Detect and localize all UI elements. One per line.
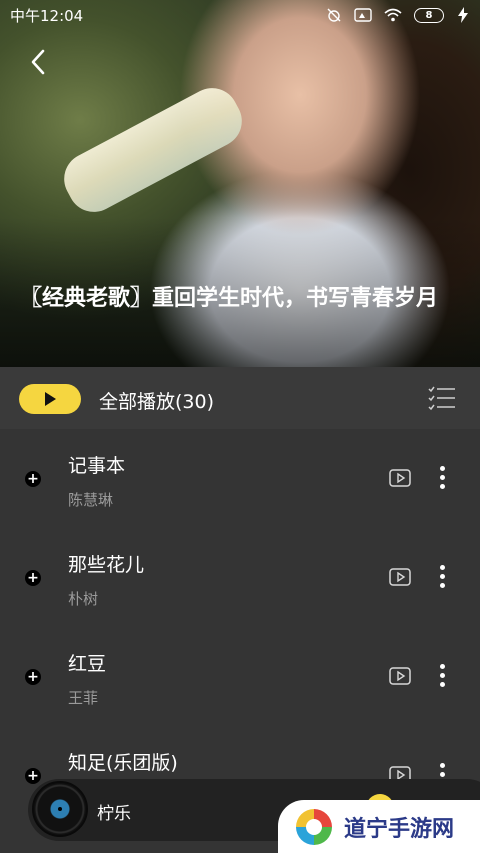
status-icons: 8	[326, 7, 470, 23]
alarm-off-icon	[326, 7, 342, 23]
song-title: 那些花儿	[68, 554, 145, 576]
more-options-icon[interactable]	[436, 564, 450, 590]
add-song-button[interactable]: +	[25, 570, 41, 586]
song-list-item[interactable]: + 红豆 王菲	[0, 629, 480, 728]
back-button[interactable]	[22, 46, 54, 78]
playlist-title: 〖经典老歌〗重回学生时代，书写青春岁月	[20, 286, 439, 311]
song-list-item[interactable]: + 那些花儿 朴树	[0, 530, 480, 629]
watermark: 道宁手游网	[278, 800, 480, 853]
song-title: 红豆	[68, 653, 107, 675]
status-time: 中午12:04	[10, 6, 84, 25]
song-artist: 朴树	[68, 590, 99, 608]
vinyl-disc-icon[interactable]	[32, 781, 88, 837]
song-artist: 王菲	[68, 689, 99, 707]
mv-icon[interactable]	[389, 568, 411, 590]
add-song-button[interactable]: +	[25, 471, 41, 487]
status-bar: 中午12:04 8	[0, 0, 480, 30]
song-artist: 陈慧琳	[68, 491, 114, 509]
watermark-logo-icon	[294, 806, 334, 847]
wifi-icon	[384, 8, 402, 22]
battery-icon: 8	[414, 7, 444, 23]
watermark-text: 道宁手游网	[344, 816, 455, 842]
mv-icon[interactable]	[389, 667, 411, 689]
play-all-label[interactable]: 全部播放(30)	[99, 387, 214, 414]
more-options-icon[interactable]	[436, 663, 450, 689]
song-list-item[interactable]: + 记事本 陈慧琳	[0, 431, 480, 530]
add-song-button[interactable]: +	[25, 768, 41, 784]
cover-bottle-shape	[55, 78, 251, 222]
song-title: 知足(乐团版)	[68, 752, 178, 774]
back-arrow-icon	[31, 49, 45, 75]
more-options-icon[interactable]	[436, 465, 450, 491]
multi-select-icon[interactable]	[428, 385, 456, 415]
sim-icon	[354, 8, 372, 22]
mini-player-title[interactable]: 柠乐	[97, 799, 131, 824]
song-title: 记事本	[68, 455, 126, 477]
play-all-button[interactable]	[19, 384, 81, 414]
mv-icon[interactable]	[389, 469, 411, 491]
add-song-button[interactable]: +	[25, 669, 41, 685]
play-icon	[45, 392, 56, 406]
charging-icon	[456, 7, 470, 23]
play-all-bar: 全部播放(30)	[0, 367, 480, 429]
